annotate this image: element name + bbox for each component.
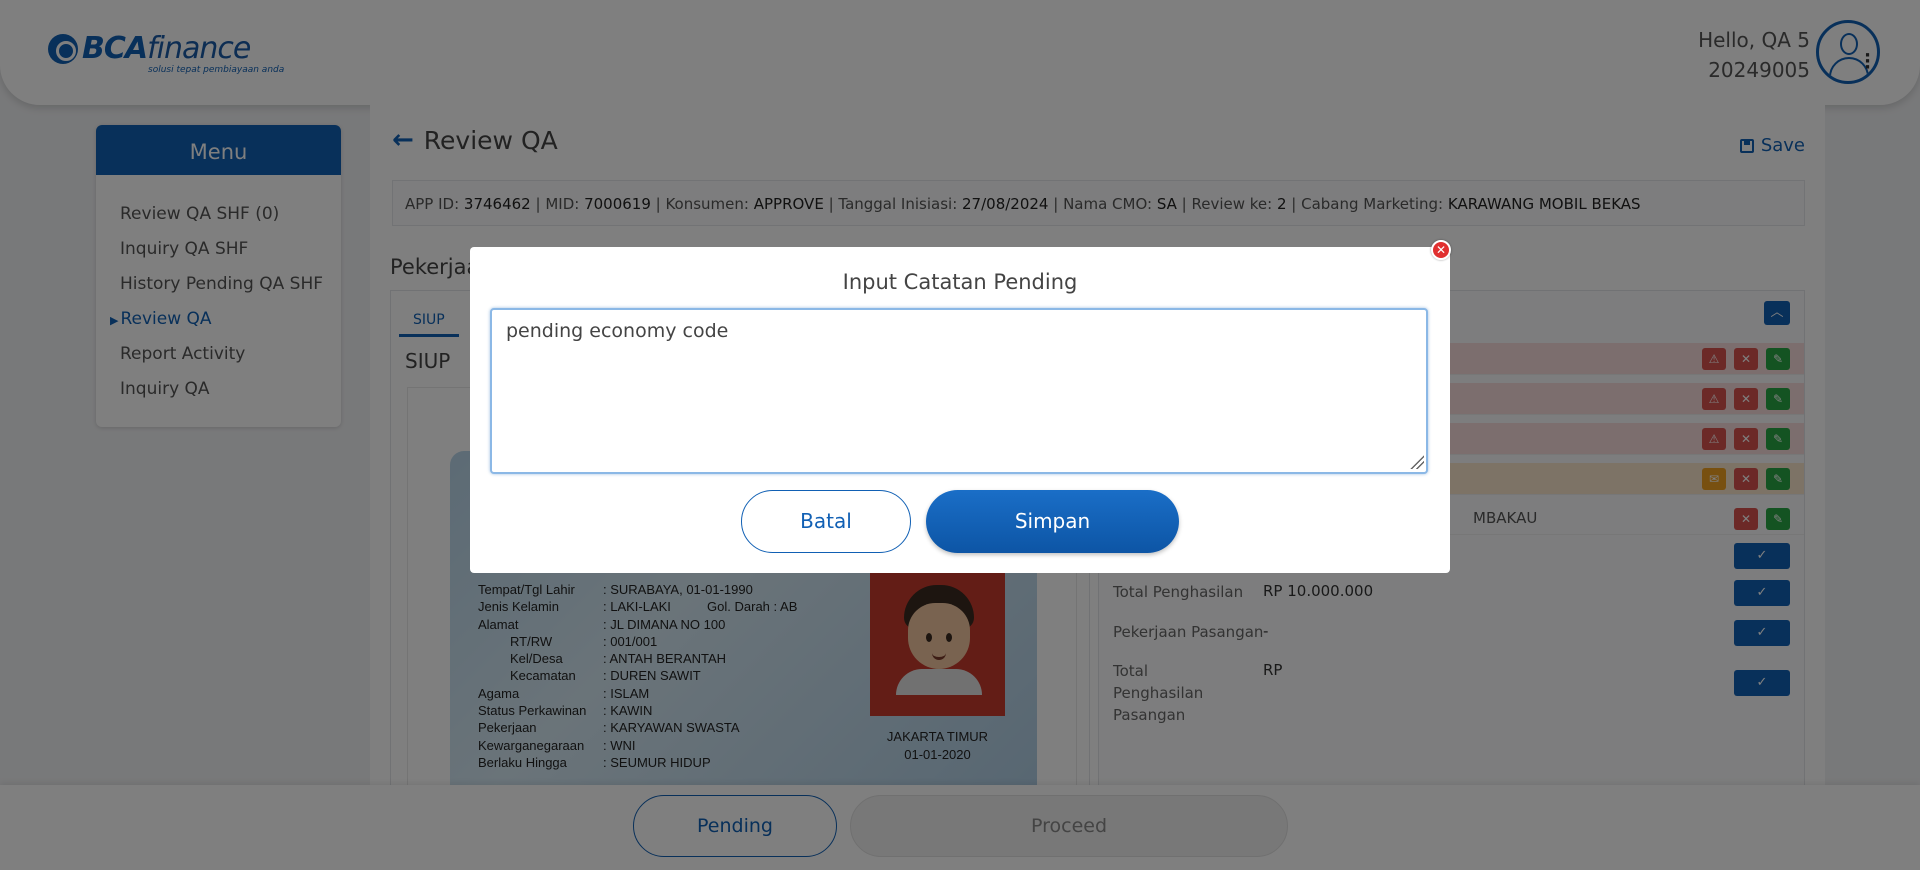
pending-note-textarea[interactable]: pending economy code xyxy=(490,308,1428,474)
modal-title: Input Catatan Pending xyxy=(842,270,1078,294)
simpan-button[interactable]: Simpan xyxy=(926,490,1179,553)
cancel-button[interactable]: Batal xyxy=(741,490,911,553)
resize-handle-icon[interactable] xyxy=(1410,455,1424,469)
pending-note-modal: ✕ Input Catatan Pending pending economy … xyxy=(470,240,1451,573)
close-icon[interactable]: ✕ xyxy=(1431,240,1451,260)
